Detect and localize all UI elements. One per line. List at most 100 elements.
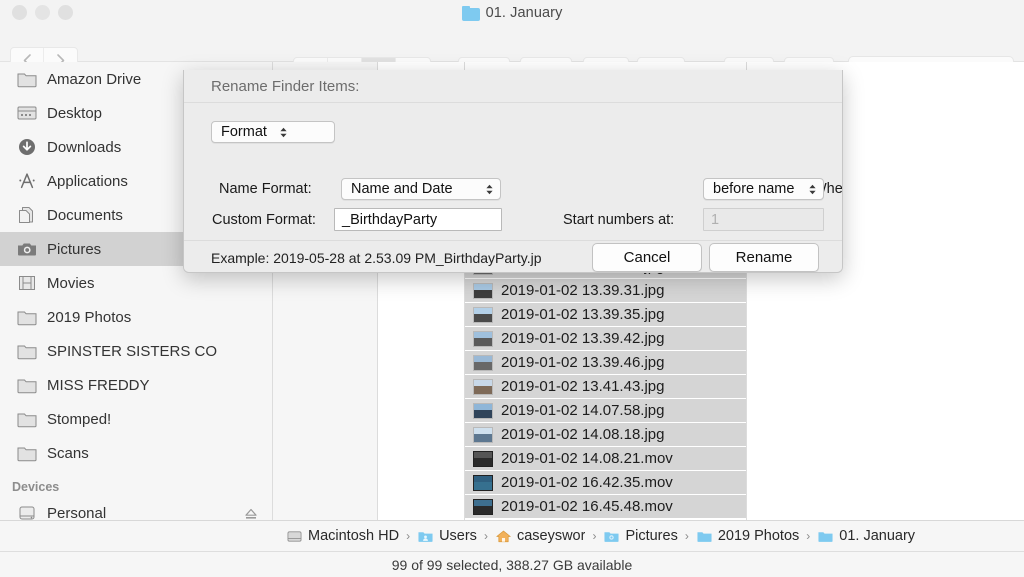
- harddrive-icon: [19, 506, 35, 520]
- movie-thumbnail-icon: [473, 450, 493, 467]
- breadcrumb-caseyswor[interactable]: caseyswor: [495, 528, 586, 544]
- file-name: 2019-01-02 13.39.35.jpg: [501, 306, 665, 323]
- name-format-popup-button[interactable]: Name and Date: [341, 178, 501, 200]
- sidebar-item-label: Movies: [47, 274, 95, 292]
- finder-window: 01. January Amazon Drive Desktop Downloa…: [0, 0, 1024, 577]
- sidebar-item-spinster-sisters-co[interactable]: SPINSTER SISTERS CO: [0, 334, 272, 368]
- example-text: Example: 2019-05-28 at 2.53.09 PM_Birthd…: [211, 250, 542, 266]
- file-name: 2019-01-02 13.39.31.jpg: [501, 282, 665, 299]
- cancel-button[interactable]: Cancel: [592, 243, 702, 272]
- stepper-arrows-icon: [277, 127, 290, 138]
- breadcrumb-pictures[interactable]: Pictures: [603, 528, 678, 544]
- file-row[interactable]: 2019-01-02 16.45.48.mov: [465, 495, 746, 519]
- breadcrumb-separator: ›: [406, 529, 411, 543]
- home-icon: [496, 530, 511, 542]
- file-row[interactable]: 2019-01-02 13.39.35.jpg: [465, 303, 746, 327]
- sidebar-item-label: 2019 Photos: [47, 308, 132, 326]
- breadcrumb-users[interactable]: Users: [417, 528, 477, 544]
- breadcrumb-label: 2019 Photos: [717, 528, 800, 544]
- sidebar-item-personal[interactable]: Personal: [0, 496, 272, 520]
- eject-icon[interactable]: [244, 507, 258, 520]
- stepper-arrows-icon: [483, 184, 496, 195]
- path-bar[interactable]: Macintosh HD › Users › caseyswor › Pictu…: [0, 520, 1024, 551]
- breadcrumb-separator: ›: [483, 529, 488, 543]
- status-text: 99 of 99 selected, 388.27 GB available: [391, 556, 633, 573]
- documents-icon: [19, 207, 33, 223]
- dialog-header: Rename Finder Items:: [184, 70, 842, 103]
- folder-icon: [461, 6, 480, 21]
- folder-icon: [17, 447, 37, 462]
- sidebar-item-stomped[interactable]: Stomped!: [0, 402, 272, 436]
- folder-icon: [17, 73, 37, 88]
- format-popup-button[interactable]: Format: [211, 121, 335, 143]
- file-row[interactable]: 2019-01-02 14.08.18.jpg: [465, 423, 746, 447]
- folder-icon: [17, 345, 37, 360]
- sidebar-item-miss-freddy[interactable]: MISS FREDDY: [0, 368, 272, 402]
- breadcrumb-label: Users: [439, 528, 477, 544]
- where-popup-button[interactable]: before name: [703, 178, 824, 200]
- file-row[interactable]: 2019-01-02 14.07.58.jpg: [465, 399, 746, 423]
- sidebar-item-label: Pictures: [47, 240, 102, 258]
- sidebar-item-2019-photos[interactable]: 2019 Photos: [0, 300, 272, 334]
- folder-icon: [17, 311, 37, 326]
- breadcrumb-label: 01. January: [839, 528, 916, 544]
- sidebar-item-label: Scans: [47, 444, 89, 462]
- file-thumbnail-icon: [473, 402, 493, 419]
- file-name: 2019-01-02 13.41.43.jpg: [501, 378, 665, 395]
- file-row[interactable]: 2019-01-02 14.08.21.mov: [465, 447, 746, 471]
- start-numbers-input[interactable]: 1: [703, 208, 824, 231]
- harddrive-icon: [287, 530, 302, 542]
- breadcrumb-separator: ›: [592, 529, 597, 543]
- dialog-title: Rename Finder Items:: [211, 77, 360, 95]
- status-bar: 99 of 99 selected, 388.27 GB available: [0, 551, 1024, 577]
- breadcrumb-2019-photos[interactable]: 2019 Photos: [696, 528, 799, 544]
- file-row[interactable]: 2019-01-02 13.39.31.jpg: [465, 279, 746, 303]
- rename-label: Rename: [735, 249, 793, 266]
- file-name: 2019-01-02 14.08.18.jpg: [501, 426, 665, 443]
- start-numbers-value: 1: [711, 211, 720, 228]
- applications-icon: [19, 173, 35, 189]
- sidebar-item-label: Downloads: [47, 138, 122, 156]
- file-row[interactable]: 2019-01-02 13.39.42.jpg: [465, 327, 746, 351]
- custom-format-value: _BirthdayParty: [342, 211, 438, 228]
- folder-icon: [17, 379, 37, 394]
- file-row[interactable]: 2019-01-02 16.42.35.mov: [465, 471, 746, 495]
- file-name: 2019-01-02 16.45.48.mov: [501, 498, 673, 515]
- breadcrumb-separator: ›: [806, 529, 811, 543]
- sidebar-item-label: Documents: [47, 206, 123, 224]
- rename-button[interactable]: Rename: [709, 243, 819, 272]
- sidebar-item-scans[interactable]: Scans: [0, 436, 272, 470]
- file-thumbnail-icon: [473, 306, 493, 323]
- custom-format-input[interactable]: _BirthdayParty: [334, 208, 502, 231]
- breadcrumb-label: caseyswor: [516, 528, 586, 544]
- movie-thumbnail-icon: [473, 498, 493, 515]
- folder-icon: [17, 413, 37, 428]
- file-row[interactable]: 2019-01-02 13.41.43.jpg: [465, 375, 746, 399]
- sidebar-item-label: Amazon Drive: [47, 70, 142, 88]
- breadcrumb-macintosh-hd[interactable]: Macintosh HD: [286, 528, 399, 544]
- file-thumbnail-icon: [473, 330, 493, 347]
- film-icon: [19, 276, 35, 290]
- file-name: 2019-01-02 16.42.35.mov: [501, 474, 673, 491]
- users-folder-icon: [418, 531, 433, 542]
- file-name: 2019-01-02 13.39.46.jpg: [501, 354, 665, 371]
- movie-thumbnail-icon: [473, 474, 493, 491]
- name-format-value: Name and Date: [351, 181, 453, 197]
- file-row[interactable]: 2019-01-02 13.39.46.jpg: [465, 351, 746, 375]
- dialog-body: Format Name Format: Name and Date Whe be…: [184, 103, 842, 240]
- window-title: 01. January: [485, 5, 563, 21]
- sidebar-item-label: MISS FREDDY: [47, 376, 150, 394]
- sidebar-item-label: Personal: [47, 504, 107, 521]
- breadcrumb-label: Macintosh HD: [308, 528, 400, 544]
- sidebar-section-devices: Devices: [12, 480, 60, 494]
- file-thumbnail-icon: [473, 426, 493, 443]
- file-name: 2019-01-02 13.39.42.jpg: [501, 330, 665, 347]
- desktop-icon: [17, 106, 37, 120]
- file-name: 2019-01-02 14.08.21.mov: [501, 450, 673, 467]
- sidebar-item-label: Applications: [47, 172, 128, 190]
- custom-format-label: Custom Format:: [212, 212, 316, 228]
- breadcrumb-01-january[interactable]: 01. January: [817, 528, 915, 544]
- folder-icon: [697, 531, 712, 542]
- sidebar-item-label: SPINSTER SISTERS CO: [47, 342, 218, 360]
- stepper-arrows-icon: [806, 184, 819, 195]
